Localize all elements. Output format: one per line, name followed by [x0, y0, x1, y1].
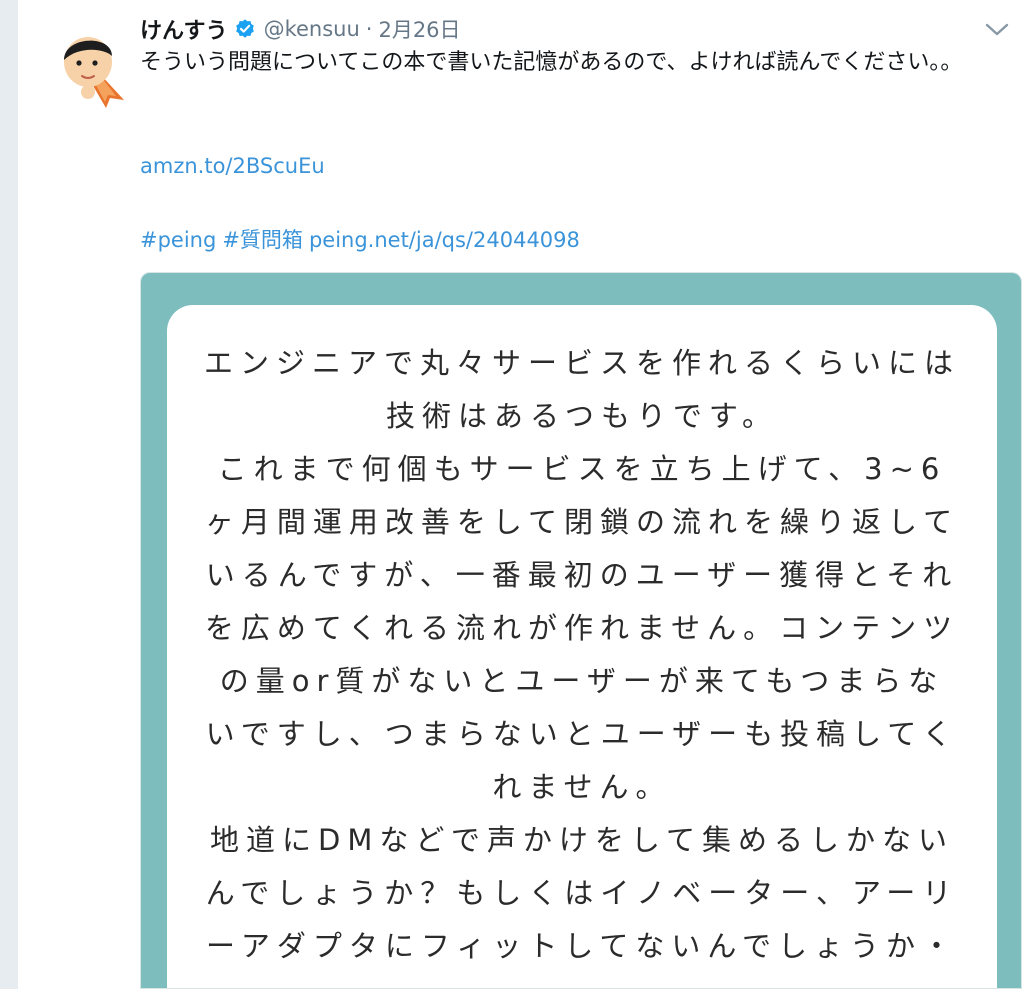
- question-line: エンジニアで丸々サービスを作れるくらいには: [203, 346, 960, 380]
- verified-badge-icon: [235, 19, 254, 38]
- question-line: 地道にDMなどで声かけをして集めるしかない: [210, 823, 954, 857]
- tweet-date[interactable]: 2月26日: [378, 14, 460, 44]
- question-card-inner: エンジニアで丸々サービスを作れるくらいには 技術はあるつもりです。 これまで何個…: [167, 305, 997, 988]
- header-separator: ·: [365, 17, 373, 41]
- tweet[interactable]: けんすう @kensuu · 2月26日 そういう問題についてこの本で書いた記憶…: [18, 0, 1024, 989]
- question-text: エンジニアで丸々サービスを作れるくらいには 技術はあるつもりです。 これまで何個…: [167, 337, 997, 988]
- chevron-down-icon[interactable]: [984, 22, 1010, 38]
- question-line: ・・: [167, 973, 997, 988]
- question-line: これまで何個もサービスを立ち上げて、3~6: [217, 452, 947, 486]
- question-line: んでしょうか？もしくはイノベーター、アーリ: [205, 876, 959, 910]
- question-line: 技術はあるつもりです。: [386, 399, 778, 433]
- question-line: を広めてくれる流れが作れません。コンテンツ: [204, 611, 960, 645]
- amazon-link[interactable]: amzn.to/2BScuEu: [140, 154, 325, 178]
- avatar[interactable]: [48, 18, 138, 108]
- display-name[interactable]: けんすう: [140, 13, 228, 45]
- peing-link[interactable]: peing.net/ja/qs/24044098: [309, 228, 580, 252]
- question-line: ーアダプタにフィットしてないんでしょうか・: [206, 929, 958, 963]
- question-line: いですし、つまらないとユーザーも投稿してく: [205, 717, 959, 751]
- hashtag-shitsumonbako[interactable]: #質問箱: [222, 228, 303, 252]
- question-line: の量or質がないとユーザーが来てもつまらな: [219, 664, 945, 698]
- question-line: いるんですが、一番最初のユーザー獲得とそれ: [205, 558, 959, 592]
- timeline-left-rail: [0, 0, 18, 989]
- tweet-header: けんすう @kensuu · 2月26日: [140, 12, 461, 46]
- tweet-text: そういう問題についてこの本で書いた記憶があるので、よければ読んでください。。: [140, 50, 963, 75]
- question-line: ヶ月間運用改善をして閉鎖の流れを繰り返して: [204, 505, 960, 539]
- user-handle[interactable]: @kensuu: [264, 17, 360, 41]
- question-line: れません。: [492, 770, 672, 804]
- question-card-image[interactable]: エンジニアで丸々サービスを作れるくらいには 技術はあるつもりです。 これまで何個…: [140, 272, 1022, 989]
- hashtags-line: #peing #質問箱 peing.net/ja/qs/24044098: [140, 224, 586, 254]
- hashtag-peing[interactable]: #peing: [140, 228, 216, 252]
